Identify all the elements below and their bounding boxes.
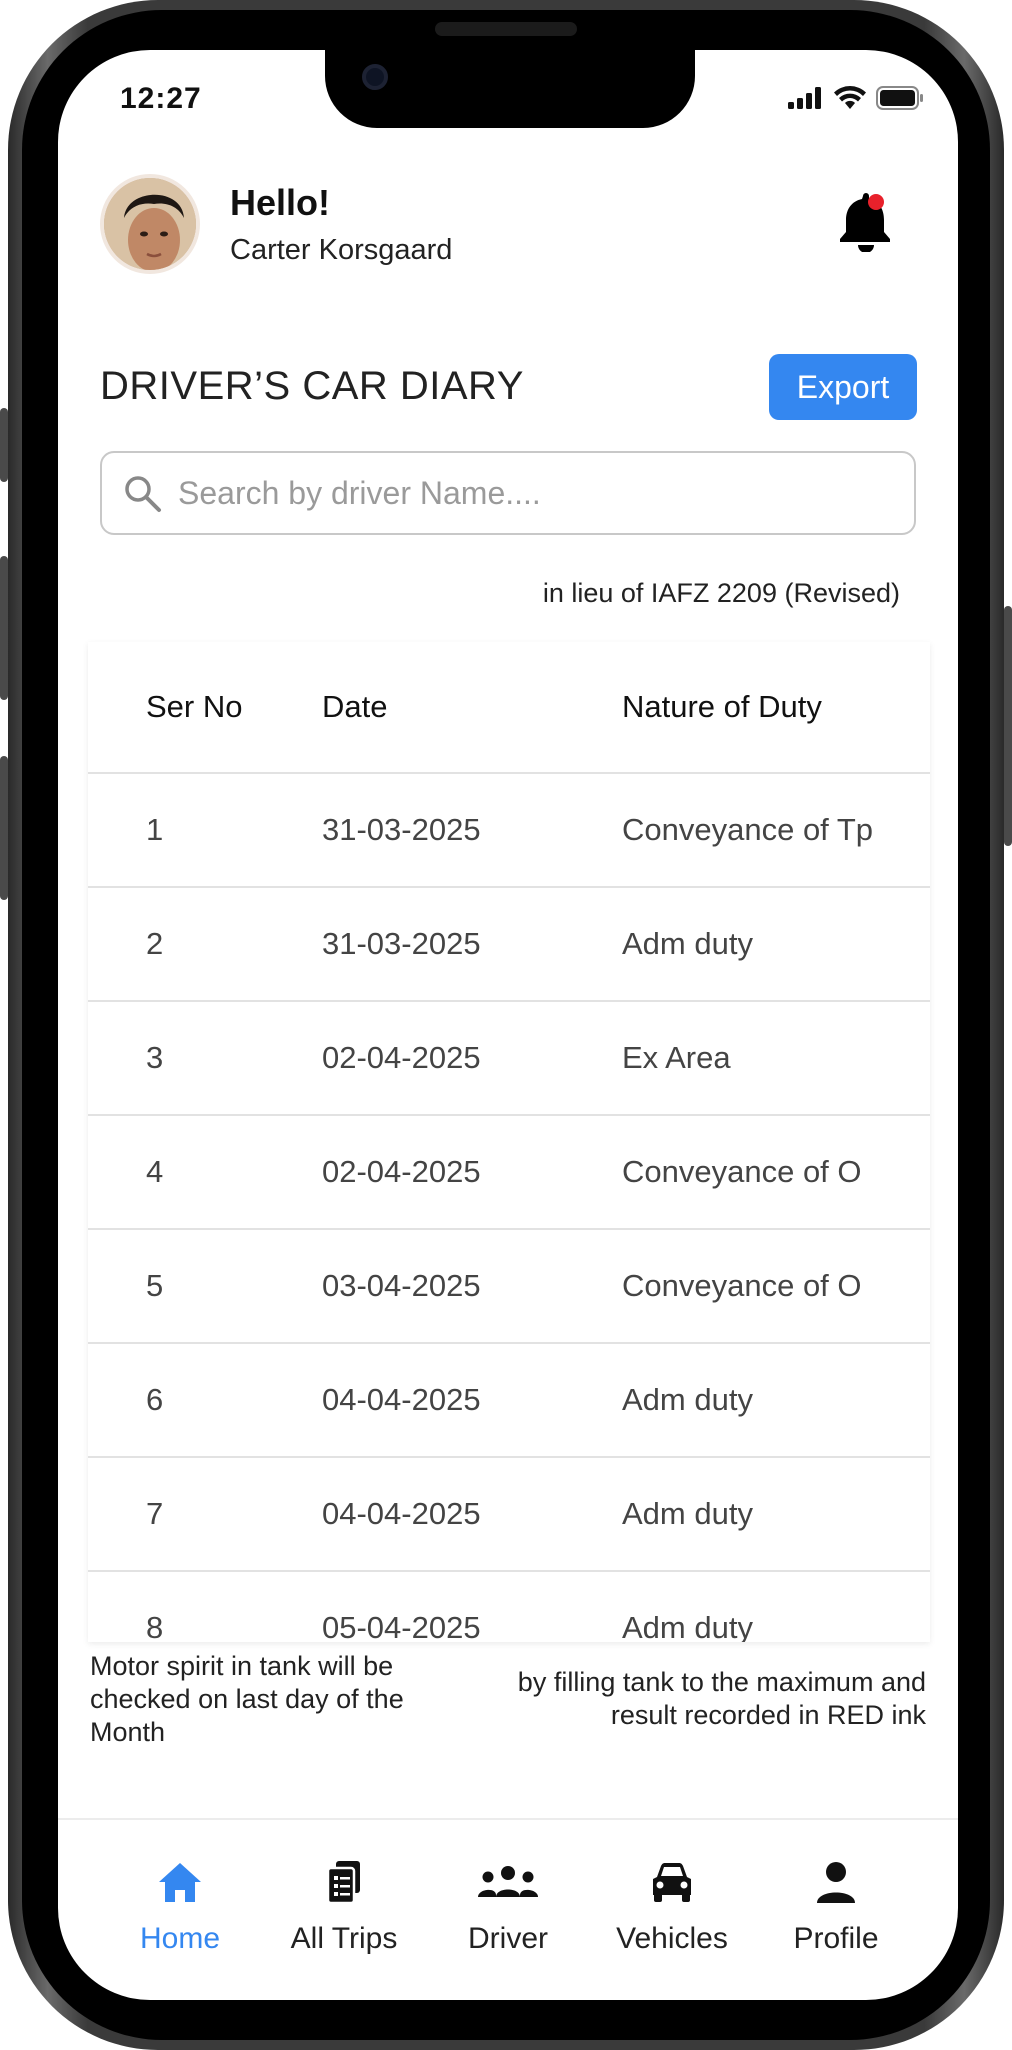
table-row[interactable]: 3 02-04-2025 Ex Area — [88, 1002, 930, 1116]
wifi-icon — [834, 86, 866, 109]
trip-table[interactable]: Ser No Date Nature of Duty 1 31-03-2025 … — [88, 642, 930, 1642]
cell-date: 04-04-2025 — [322, 1382, 481, 1417]
home-icon — [159, 1863, 201, 1902]
table-row[interactable]: 5 03-04-2025 Conveyance of O — [88, 1230, 930, 1344]
tab-home-label: Home — [139, 1922, 221, 1955]
page-title: DRIVER’S CAR DIARY — [100, 364, 524, 408]
cell-date: 31-03-2025 — [322, 926, 481, 961]
column-header-nature-of-duty: Nature of Duty — [622, 689, 822, 724]
cell-date: 05-04-2025 — [322, 1610, 481, 1642]
table-row[interactable]: 4 02-04-2025 Conveyance of O — [88, 1116, 930, 1230]
table-row[interactable]: 6 04-04-2025 Adm duty — [88, 1344, 930, 1458]
volume-down-button — [0, 756, 8, 900]
cell-ser-no: 3 — [146, 1040, 164, 1075]
cell-ser-no: 5 — [146, 1268, 164, 1303]
cell-date: 02-04-2025 — [322, 1154, 481, 1189]
profile-icon — [817, 1862, 855, 1903]
tab-all-trips-label: All Trips — [290, 1922, 398, 1955]
cell-ser-no: 7 — [146, 1496, 164, 1531]
cell-ser-no: 8 — [146, 1610, 164, 1642]
cell-duty: Conveyance of O — [622, 1268, 862, 1303]
cell-duty: Conveyance of O — [622, 1154, 862, 1189]
search-input[interactable] — [178, 474, 878, 512]
tab-driver-label: Driver — [468, 1922, 548, 1955]
search-icon — [125, 476, 161, 512]
cell-duty: Ex Area — [622, 1040, 731, 1075]
footer-note-left: Motor spirit in tank will be checked on … — [90, 1651, 404, 1747]
cell-ser-no: 1 — [146, 812, 164, 847]
export-button[interactable]: Export — [769, 354, 917, 420]
table-row[interactable]: 7 04-04-2025 Adm duty — [88, 1458, 930, 1572]
cell-duty: Adm duty — [622, 926, 753, 961]
table-row[interactable]: 8 05-04-2025 Adm duty — [88, 1572, 930, 1642]
tab-vehicles[interactable]: Vehicles — [597, 1820, 747, 2000]
bell-icon — [840, 193, 890, 253]
cell-duty: Adm duty — [622, 1610, 753, 1642]
battery-icon — [876, 86, 923, 110]
user-name: Carter Korsgaard — [230, 234, 453, 266]
front-camera — [362, 64, 388, 90]
search-bar[interactable] — [100, 451, 916, 535]
tab-vehicles-label: Vehicles — [616, 1922, 728, 1955]
cell-date: 03-04-2025 — [322, 1268, 481, 1303]
status-icons — [788, 86, 924, 110]
mute-switch — [0, 408, 8, 482]
greeting: Hello! — [230, 182, 331, 223]
notification-bell-button[interactable] — [836, 190, 894, 253]
cell-ser-no: 2 — [146, 926, 164, 961]
table-row[interactable]: 2 31-03-2025 Adm duty — [88, 888, 930, 1002]
bottom-tab-bar: Home All Trips Driver Vehicles Profile — [58, 1818, 958, 2000]
tab-profile-label: Profile — [793, 1922, 879, 1955]
avatar[interactable] — [100, 174, 200, 274]
cell-date: 31-03-2025 — [322, 812, 481, 847]
form-reference: in lieu of IAFZ 2209 (Revised) — [542, 578, 900, 608]
volume-up-button — [0, 556, 8, 700]
cell-ser-no: 6 — [146, 1382, 164, 1417]
cell-date: 04-04-2025 — [322, 1496, 481, 1531]
signal-icon — [788, 87, 821, 109]
footer-note-right: by filling tank to the maximum and resul… — [517, 1667, 926, 1730]
tab-all-trips[interactable]: All Trips — [269, 1820, 419, 2000]
cell-duty: Adm duty — [622, 1496, 753, 1531]
notch — [325, 50, 695, 128]
notification-dot — [868, 194, 884, 210]
cell-duty: Adm duty — [622, 1382, 753, 1417]
tab-profile[interactable]: Profile — [761, 1820, 911, 2000]
trips-icon — [326, 1861, 360, 1905]
table-header: Ser No Date Nature of Duty — [88, 642, 930, 774]
avatar-portrait — [104, 178, 196, 270]
table-row[interactable]: 1 31-03-2025 Conveyance of Tp — [88, 774, 930, 888]
car-icon — [653, 1863, 691, 1902]
cell-duty: Conveyance of Tp — [622, 812, 874, 847]
speaker-grille — [435, 22, 577, 36]
driver-group-icon — [478, 1866, 538, 1897]
app-screen: 12:27 Hello! Carter Korsgaard DRIVER’S C… — [58, 50, 958, 2000]
column-header-ser-no: Ser No — [146, 689, 243, 724]
cell-ser-no: 4 — [146, 1154, 164, 1189]
tab-driver[interactable]: Driver — [433, 1820, 583, 2000]
power-button — [1004, 606, 1012, 846]
tab-home[interactable]: Home — [105, 1820, 255, 2000]
column-header-date: Date — [322, 689, 388, 724]
status-time: 12:27 — [120, 82, 202, 115]
cell-date: 02-04-2025 — [322, 1040, 481, 1075]
